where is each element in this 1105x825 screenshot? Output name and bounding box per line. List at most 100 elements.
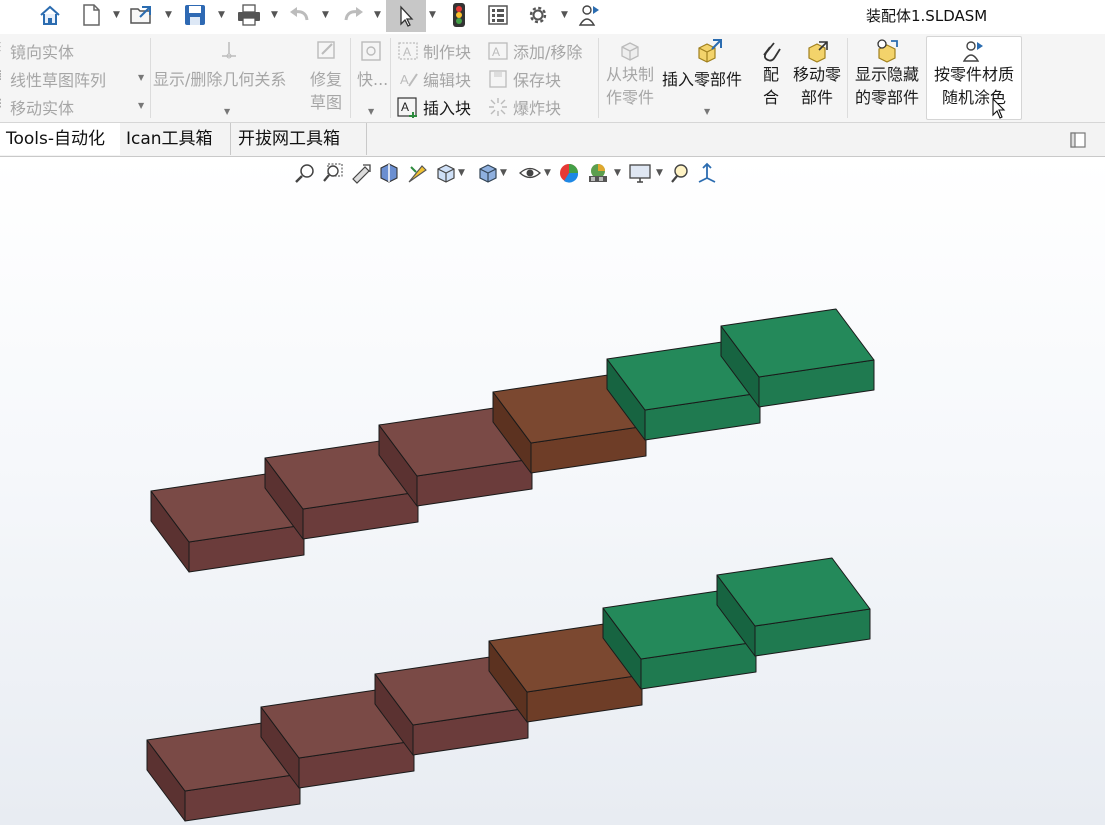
make-part-from-block-icon	[621, 42, 639, 61]
move-icon: ⁝	[0, 96, 2, 112]
restore-window-icon[interactable]	[1070, 132, 1086, 148]
user-arrow-icon	[962, 41, 983, 62]
svg-text:A: A	[401, 100, 409, 114]
move-dropdown-caret[interactable]: ▼	[138, 101, 144, 110]
make-block-icon: A	[398, 42, 418, 60]
pattern-dropdown-caret[interactable]: ▼	[138, 73, 144, 82]
select-dropdown-caret[interactable]: ▼	[429, 10, 436, 20]
undo-dropdown-caret[interactable]: ▼	[322, 10, 329, 20]
add-remove-icon: A	[488, 42, 508, 60]
make-part-from-block-button[interactable]: 从块制 作零件	[600, 63, 660, 109]
assembly-scene[interactable]	[0, 157, 1105, 825]
select-button[interactable]	[386, 0, 426, 32]
repair-sketch-button[interactable]: 草图	[310, 89, 342, 113]
tab-kaibawang-toolbox[interactable]: 开拔网工具箱	[232, 123, 367, 155]
mate-paperclip-icon	[763, 42, 781, 62]
rebuild-button[interactable]	[446, 2, 472, 28]
print-dropdown-caret[interactable]: ▼	[271, 10, 278, 20]
ribbon-separator	[847, 38, 848, 118]
svg-text:A: A	[400, 72, 409, 87]
move-entities-button[interactable]: 移动实体	[10, 95, 74, 119]
home-button[interactable]	[36, 2, 64, 28]
open-dropdown-caret[interactable]: ▼	[165, 10, 172, 20]
linear-sketch-pattern-button[interactable]: 线性草图阵列	[10, 67, 106, 91]
undo-button[interactable]	[286, 2, 314, 28]
show-hidden-components-line2: 的零部件	[854, 88, 919, 107]
print-icon	[238, 4, 260, 26]
ribbon-separator	[390, 38, 391, 118]
move-component-icon	[808, 41, 828, 63]
quick-snaps-icon	[361, 41, 381, 61]
explode-block-icon	[489, 98, 507, 116]
redo-icon	[344, 7, 363, 21]
explode-block-button[interactable]: 爆炸块	[513, 95, 561, 119]
block-row	[146, 557, 871, 822]
settings-dropdown-caret[interactable]: ▼	[561, 10, 568, 20]
new-dropdown-caret[interactable]: ▼	[113, 10, 120, 20]
graphics-viewport[interactable]: ▼ ▼ ▼ ▼ ▼	[0, 157, 1105, 825]
quick-snaps-button[interactable]: 快...	[357, 66, 388, 90]
move-component-line2: 部件	[800, 88, 833, 107]
quick-access-toolbar: ▼ ▼ ▼ ▼ ▼ ▼ ▼ ▼ 装配体1.SLDASM	[0, 0, 1105, 34]
user-arrow-icon	[578, 5, 599, 26]
insert-block-icon: A	[397, 97, 417, 118]
mirror-entities-button[interactable]: 镜向实体	[10, 39, 74, 63]
mate-line1: 配	[762, 65, 779, 84]
random-color-by-material-button[interactable]: 按零件材质 随机涂色	[926, 36, 1022, 120]
tab-ican-toolbox[interactable]: Ican工具箱	[120, 123, 231, 155]
print-button[interactable]	[234, 2, 264, 28]
open-button[interactable]	[126, 2, 158, 28]
pattern-icon: ⁞	[0, 68, 2, 84]
tab-tools-automation[interactable]: Tools-自动化	[0, 123, 121, 155]
settings-button[interactable]	[524, 2, 552, 28]
ribbon-separator	[150, 38, 151, 118]
add-remove-button[interactable]: 添加/移除	[513, 39, 582, 63]
show-hidden-components-button[interactable]: 显示隐藏 的零部件	[849, 63, 925, 109]
save-dropdown-caret[interactable]: ▼	[218, 10, 225, 20]
new-document-icon	[83, 4, 100, 26]
settings-gear-icon	[529, 6, 547, 24]
mirror-icon: ⫶	[0, 40, 2, 56]
move-component-line1: 移动零	[792, 65, 841, 84]
document-title: 装配体1.SLDASM	[866, 7, 988, 25]
redo-button[interactable]	[339, 2, 367, 28]
command-manager-tabs: Tools-自动化 Ican工具箱 开拔网工具箱	[0, 123, 1105, 157]
svg-text:A: A	[403, 45, 411, 59]
insert-block-button[interactable]: 插入块	[423, 95, 471, 119]
new-document-button[interactable]	[78, 2, 104, 28]
move-component-button[interactable]: 移动零 部件	[787, 63, 847, 109]
save-block-icon	[489, 70, 507, 88]
options-list-icon	[488, 5, 508, 25]
ribbon-separator	[350, 38, 351, 118]
show-hidden-components-icon	[877, 39, 898, 63]
save-block-button[interactable]: 保存块	[513, 67, 561, 91]
show-delete-relations-button[interactable]: 显示/删除几何关系	[153, 66, 286, 90]
rebuild-traffic-light-icon	[453, 3, 465, 27]
ribbon-separator	[598, 38, 599, 118]
select-arrow-icon	[400, 5, 414, 27]
relations-icon	[222, 42, 236, 59]
edit-block-icon: A	[400, 72, 418, 87]
mouse-cursor-icon	[992, 98, 1006, 119]
options-list-button[interactable]	[484, 2, 512, 28]
repair-sketch-line1: 修复	[310, 70, 343, 89]
make-part-from-block-line1: 从块制	[605, 65, 654, 84]
quick-snaps-dropdown-caret[interactable]: ▼	[368, 107, 374, 116]
block-row	[150, 308, 875, 573]
save-icon	[185, 5, 205, 25]
redo-dropdown-caret[interactable]: ▼	[374, 10, 381, 20]
make-block-button[interactable]: 制作块	[423, 39, 471, 63]
undo-icon	[290, 7, 309, 21]
save-button[interactable]	[180, 2, 210, 28]
home-icon	[40, 5, 60, 25]
mate-button[interactable]: 配 合	[756, 63, 786, 109]
open-icon	[130, 6, 151, 24]
edit-block-button[interactable]: 编辑块	[423, 67, 471, 91]
insert-components-button[interactable]: 插入零部件	[662, 66, 742, 90]
show-hidden-components-line1: 显示隐藏	[854, 65, 919, 84]
insert-components-icon	[698, 39, 722, 63]
user-button[interactable]	[576, 2, 604, 28]
relations-dropdown-caret[interactable]: ▼	[224, 107, 230, 116]
svg-text:A: A	[492, 45, 500, 59]
insert-components-dropdown-caret[interactable]: ▼	[704, 107, 710, 116]
